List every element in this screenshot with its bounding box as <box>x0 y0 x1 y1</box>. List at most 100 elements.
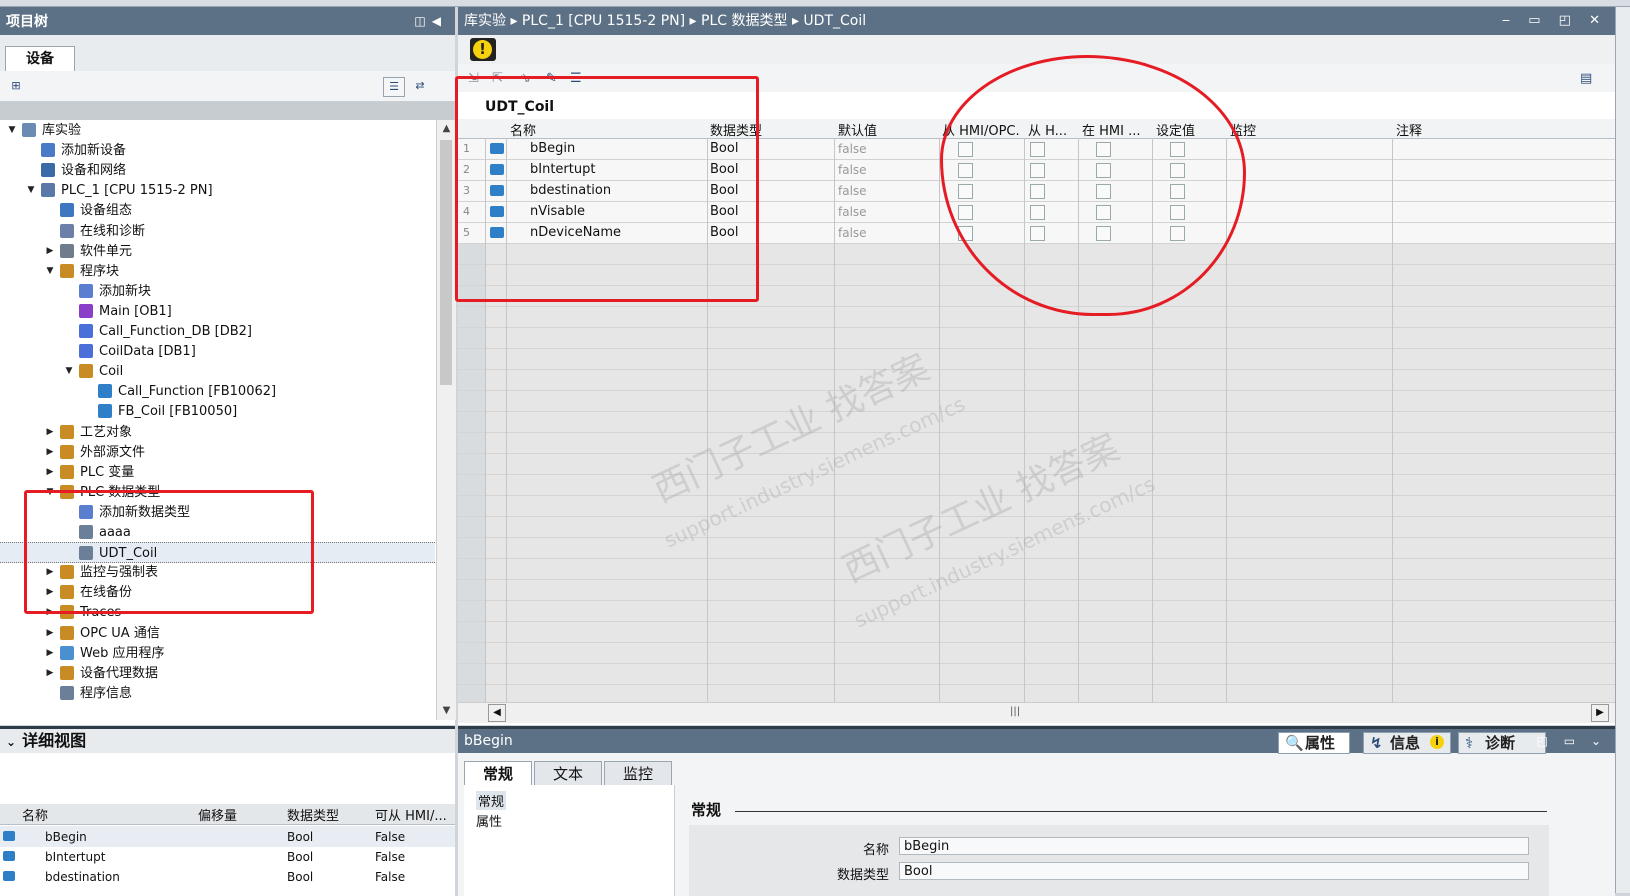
empty-row[interactable] <box>458 664 1615 685</box>
detail-col-offset[interactable]: 偏移量 <box>198 805 237 824</box>
tab-text[interactable]: 文本 <box>534 761 602 787</box>
tree-item[interactable]: ▼ 库实验 <box>0 120 435 141</box>
col-default[interactable]: 默认值 <box>838 120 877 139</box>
panel-pin-icon[interactable]: ◫◀ <box>414 14 447 28</box>
member-default[interactable]: false <box>838 160 867 180</box>
tree-item[interactable]: ▶ OPC UA 通信 <box>0 623 435 644</box>
tab-info[interactable]: ↯ 信息 i <box>1363 732 1452 754</box>
empty-row[interactable] <box>458 349 1615 370</box>
expand-right-icon[interactable]: ▶ <box>45 663 55 684</box>
tree-item[interactable]: 程序信息 <box>0 683 435 704</box>
tree-item[interactable]: 设备组态 <box>0 200 435 221</box>
tree-item[interactable]: ▶ PLC 变量 <box>0 462 435 483</box>
tree-item[interactable]: FB_Coil [FB10050] <box>0 401 435 422</box>
breadcrumb-text[interactable]: 库实验 ▸ PLC_1 [CPU 1515-2 PN] ▸ PLC 数据类型 ▸… <box>464 13 866 29</box>
scroll-grip-icon[interactable]: ||| <box>1010 706 1020 717</box>
expand-right-icon[interactable]: ▶ <box>45 643 55 664</box>
overview-icon[interactable]: ☰ <box>383 77 405 97</box>
expand-right-icon[interactable]: ▶ <box>45 422 55 443</box>
chevron-down-icon[interactable]: ⌄ <box>6 735 16 749</box>
tree-node-icon <box>41 183 55 198</box>
tree-item[interactable]: Main [OB1] <box>0 301 435 322</box>
tree-item-label: 添加新块 <box>99 283 152 299</box>
empty-row[interactable] <box>458 643 1615 664</box>
empty-row[interactable] <box>458 601 1615 622</box>
tree-item[interactable]: ▶ 设备代理数据 <box>0 663 435 684</box>
tree-item-label: Call_Function [FB10062] <box>118 384 277 400</box>
tab-diagnostics[interactable]: ⚕ 诊断 <box>1458 732 1547 754</box>
tree-item[interactable]: 在线和诊断 <box>0 221 435 242</box>
scroll-down-icon[interactable]: ▼ <box>437 702 456 720</box>
tab-properties[interactable]: 🔍 属性 <box>1278 732 1351 754</box>
grid-horizontal-scrollbar[interactable]: ◀ ▶ ||| <box>458 702 1615 723</box>
tree-item[interactable]: ▶ 工艺对象 <box>0 422 435 443</box>
scroll-up-icon[interactable]: ▲ <box>437 120 456 138</box>
scroll-right-icon[interactable]: ▶ <box>1591 704 1609 722</box>
detail-view-header: 名称 偏移量 数据类型 可从 HMI/... <box>0 804 455 825</box>
detail-row[interactable]: bdestination Bool False <box>0 866 455 887</box>
tree-item-label: PLC_1 [CPU 1515-2 PN] <box>61 183 213 199</box>
expand-right-icon[interactable]: ▶ <box>45 442 55 463</box>
empty-row[interactable] <box>458 370 1615 391</box>
empty-row[interactable] <box>458 307 1615 328</box>
field-name-input[interactable]: bBegin <box>899 837 1529 855</box>
layout-icon[interactable]: ▤ <box>1580 71 1592 86</box>
detail-row[interactable]: bBegin Bool False <box>0 826 455 847</box>
tree-item[interactable]: Call_Function_DB [DB2] <box>0 321 435 342</box>
scroll-thumb[interactable] <box>440 140 452 385</box>
nav-attributes[interactable]: 属性 <box>476 811 502 830</box>
tree-item[interactable]: ▶ 软件单元 <box>0 241 435 262</box>
detail-view-title-bar[interactable]: ⌄ 详细视图 <box>0 729 455 753</box>
section-heading: 常规 <box>691 801 722 819</box>
window-controls-icon[interactable]: ‒ ▭ ◰ ✕ <box>1502 7 1607 35</box>
expand-down-icon[interactable]: ▼ <box>7 120 17 141</box>
tree-item[interactable]: 添加新块 <box>0 281 435 302</box>
tab-general[interactable]: 常规 <box>464 761 532 787</box>
tree-item[interactable]: ▼ 程序块 <box>0 261 435 282</box>
tree-item[interactable]: 设备和网络 <box>0 160 435 181</box>
expand-down-icon[interactable]: ▼ <box>64 361 74 382</box>
scroll-left-icon[interactable]: ◀ <box>488 704 506 722</box>
grid-line <box>1392 138 1393 702</box>
tab-devices[interactable]: 设备 <box>5 46 75 72</box>
expand-down-icon[interactable]: ▼ <box>26 180 36 201</box>
detail-col-hmi[interactable]: 可从 HMI/... <box>375 805 447 824</box>
expand-right-icon[interactable]: ▶ <box>45 241 55 262</box>
project-tree-title: 项目树 <box>6 14 48 30</box>
expand-right-icon[interactable]: ▶ <box>45 623 55 644</box>
col-comment[interactable]: 注释 <box>1396 120 1422 139</box>
expand-right-icon[interactable]: ▶ <box>45 462 55 483</box>
warning-icon[interactable]: ! <box>470 38 496 61</box>
right-task-card-strip[interactable] <box>1615 7 1630 893</box>
detail-col-name[interactable]: 名称 <box>22 805 48 824</box>
empty-row[interactable] <box>458 391 1615 412</box>
tree-item[interactable]: 添加新设备 <box>0 140 435 161</box>
empty-row[interactable] <box>458 412 1615 433</box>
empty-row[interactable] <box>458 622 1615 643</box>
expand-down-icon[interactable]: ▼ <box>45 261 55 282</box>
inspector-window-controls-icon[interactable]: ◰ ▭ ⌄ <box>1537 729 1607 753</box>
tree-item[interactable]: ▶ Web 应用程序 <box>0 643 435 664</box>
member-default[interactable]: false <box>838 202 867 222</box>
empty-row[interactable] <box>458 559 1615 580</box>
field-datatype-input[interactable]: Bool <box>899 862 1529 880</box>
tab-monitor[interactable]: 监控 <box>604 761 672 787</box>
member-default[interactable]: false <box>838 139 867 159</box>
member-default[interactable]: false <box>838 181 867 201</box>
detail-row[interactable]: bIntertupt Bool False <box>0 846 455 867</box>
nav-general[interactable]: 常规 <box>476 791 507 810</box>
collapse-all-icon[interactable]: ⊞ <box>6 77 26 95</box>
tree-item[interactable]: ▼ Coil <box>0 361 435 382</box>
refresh-icon[interactable]: ⇄ <box>410 77 430 95</box>
member-default[interactable]: false <box>838 223 867 243</box>
tree-item[interactable]: Call_Function [FB10062] <box>0 381 435 402</box>
tree-item[interactable]: CoilData [DB1] <box>0 341 435 362</box>
tree-header-strip <box>0 102 455 120</box>
section-divider <box>735 811 1547 812</box>
empty-row[interactable] <box>458 328 1615 349</box>
empty-row[interactable] <box>458 580 1615 601</box>
tree-scrollbar[interactable]: ▲ ▼ <box>436 120 456 720</box>
detail-col-type[interactable]: 数据类型 <box>287 805 339 824</box>
tree-item[interactable]: ▼ PLC_1 [CPU 1515-2 PN] <box>0 180 435 201</box>
tree-item[interactable]: ▶ 外部源文件 <box>0 442 435 463</box>
